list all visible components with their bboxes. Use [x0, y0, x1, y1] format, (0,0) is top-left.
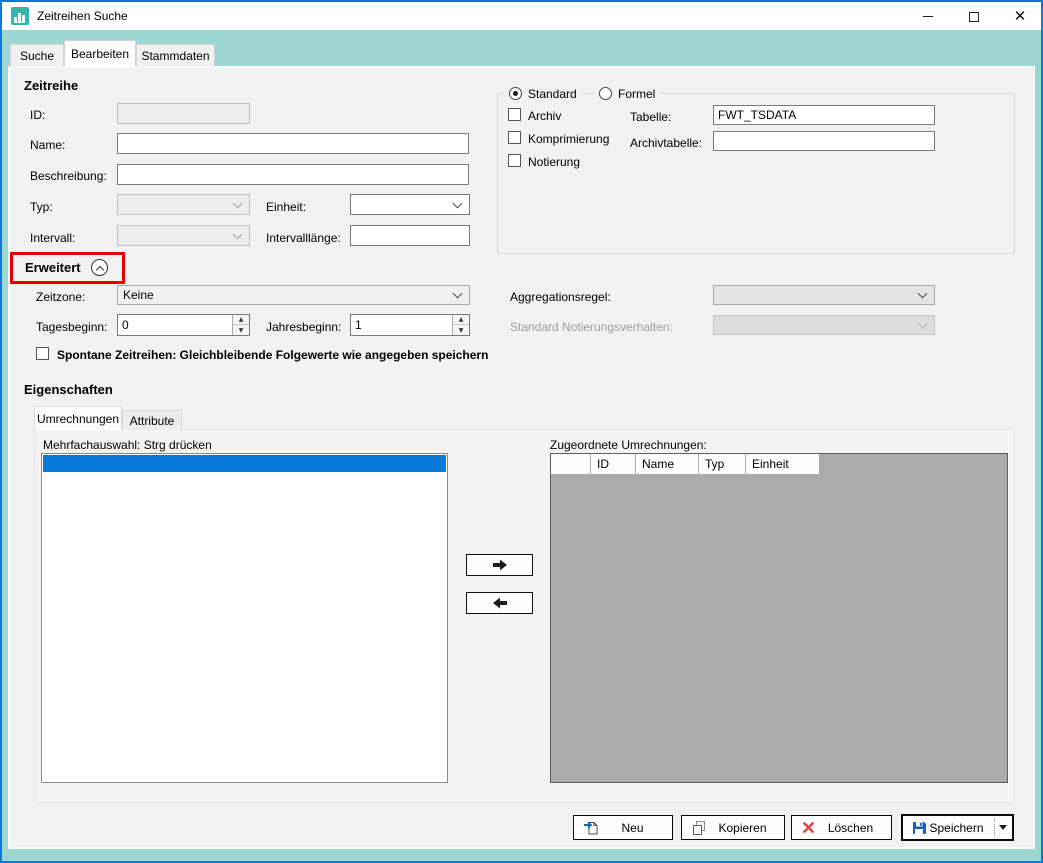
speichern-button[interactable]: Speichern	[901, 814, 1014, 841]
einheit-label: Einheit:	[266, 200, 306, 214]
titlebar: Zeitreihen Suche ✕	[1, 1, 1042, 30]
radio-formel-icon	[599, 87, 612, 100]
aggregationsregel-label: Aggregationsregel:	[510, 290, 611, 304]
umrechnungen-listbox[interactable]	[41, 453, 448, 783]
beschreibung-label: Beschreibung:	[30, 169, 107, 183]
notierungsverhalten-dropdown[interactable]	[713, 315, 935, 335]
spin-down-icon[interactable]	[233, 325, 249, 335]
window-title: Zeitreihen Suche	[37, 9, 128, 23]
arrow-right-icon	[490, 558, 510, 572]
chevron-down-icon	[233, 198, 243, 208]
section-eigenschaften-heading: Eigenschaften	[24, 382, 113, 397]
split-divider	[994, 819, 995, 837]
notierung-label: Notierung	[528, 155, 580, 169]
spin-up-icon[interactable]	[453, 315, 469, 325]
close-button[interactable]: ✕	[997, 2, 1043, 31]
arrow-left-icon	[490, 596, 510, 610]
app-chart-icon	[11, 7, 29, 25]
beschreibung-field[interactable]	[117, 164, 469, 185]
tagesbeginn-label: Tagesbeginn:	[36, 320, 107, 334]
chevron-down-icon	[918, 319, 928, 329]
intervall-dropdown[interactable]	[117, 225, 250, 246]
assigned-umrechnungen-label: Zugeordnete Umrechnungen:	[550, 438, 707, 452]
minimize-icon	[923, 16, 933, 17]
komprimierung-label: Komprimierung	[528, 132, 609, 146]
intervall-label: Intervall:	[30, 231, 75, 245]
spontane-label: Spontane Zeitreihen: Gleichbleibende Fol…	[57, 348, 488, 362]
column-header-selector[interactable]	[551, 454, 591, 475]
loeschen-button[interactable]: Löschen	[791, 815, 892, 840]
assign-button[interactable]	[466, 554, 533, 576]
tabelle-field[interactable]	[713, 105, 935, 125]
komprimierung-checkbox[interactable]	[508, 131, 521, 144]
jahresbeginn-stepper[interactable]	[350, 314, 470, 336]
kopieren-button[interactable]: Kopieren	[681, 815, 785, 840]
radio-standard[interactable]: Standard	[504, 86, 582, 101]
name-field[interactable]	[117, 133, 469, 154]
archivtabelle-label: Archivtabelle:	[630, 136, 702, 150]
selected-list-item[interactable]	[43, 455, 446, 472]
column-header-einheit[interactable]: Einheit	[746, 454, 820, 475]
save-dropdown-arrow-icon[interactable]	[999, 825, 1007, 830]
tab-umrechnungen[interactable]: Umrechnungen	[34, 406, 122, 430]
minimize-button[interactable]	[905, 2, 950, 31]
spontane-checkbox[interactable]	[36, 347, 49, 360]
tab-bearbeiten[interactable]: Bearbeiten	[64, 40, 136, 67]
intervalllaenge-field[interactable]	[350, 225, 470, 246]
erweitert-highlight-box	[10, 252, 125, 284]
einheit-dropdown[interactable]	[350, 194, 470, 215]
notierungsverhalten-label: Standard Notierungsverhalten:	[510, 320, 673, 334]
chevron-down-icon	[453, 289, 463, 299]
typ-dropdown[interactable]	[117, 194, 250, 215]
tagesbeginn-stepper[interactable]	[117, 314, 250, 336]
chevron-down-icon	[233, 229, 243, 239]
id-field[interactable]	[117, 103, 250, 124]
radio-formel[interactable]: Formel	[594, 86, 660, 101]
chevron-down-icon	[453, 198, 463, 208]
name-label: Name:	[30, 138, 65, 152]
column-header-typ[interactable]: Typ	[699, 454, 746, 475]
tab-stammdaten[interactable]: Stammdaten	[136, 44, 215, 67]
new-document-icon	[583, 820, 599, 836]
zeitreihen-suche-window: Zeitreihen Suche ✕ Suche Bearbeiten Stam…	[0, 0, 1043, 863]
archiv-checkbox[interactable]	[508, 108, 521, 121]
tab-attribute[interactable]: Attribute	[122, 410, 182, 430]
copy-icon	[691, 820, 707, 836]
id-label: ID:	[30, 108, 45, 122]
archivtabelle-field[interactable]	[713, 131, 935, 151]
unassign-button[interactable]	[466, 592, 533, 614]
typ-label: Typ:	[30, 200, 53, 214]
tab-suche[interactable]: Suche	[10, 44, 64, 67]
delete-x-icon	[801, 820, 816, 835]
tagesbeginn-input[interactable]	[118, 315, 231, 335]
jahresbeginn-input[interactable]	[351, 315, 451, 335]
zeitzone-dropdown[interactable]: Keine	[117, 285, 470, 305]
column-header-id[interactable]: ID	[591, 454, 636, 475]
spin-down-icon[interactable]	[453, 325, 469, 335]
spin-up-icon[interactable]	[233, 315, 249, 325]
section-zeitreihe-heading: Zeitreihe	[24, 78, 78, 93]
intervalllaenge-label: Intervalllänge:	[266, 231, 341, 245]
notierung-checkbox[interactable]	[508, 154, 521, 167]
save-floppy-icon	[911, 820, 927, 836]
tabelle-label: Tabelle:	[630, 110, 671, 124]
zeitzone-label: Zeitzone:	[36, 290, 85, 304]
jahresbeginn-label: Jahresbeginn:	[266, 320, 341, 334]
assigned-umrechnungen-table: ID Name Typ Einheit	[550, 453, 1008, 783]
maximize-icon	[969, 12, 979, 22]
maximize-button[interactable]	[951, 2, 996, 31]
column-header-name[interactable]: Name	[636, 454, 699, 475]
aggregationsregel-dropdown[interactable]	[713, 285, 935, 305]
radio-standard-icon	[509, 87, 522, 100]
archiv-label: Archiv	[528, 109, 561, 123]
table-header-row: ID Name Typ Einheit	[551, 454, 820, 475]
chevron-down-icon	[918, 289, 928, 299]
close-icon: ✕	[1014, 9, 1027, 24]
multiselect-hint-label: Mehrfachauswahl: Strg drücken	[43, 438, 212, 452]
neu-button[interactable]: Neu	[573, 815, 673, 840]
